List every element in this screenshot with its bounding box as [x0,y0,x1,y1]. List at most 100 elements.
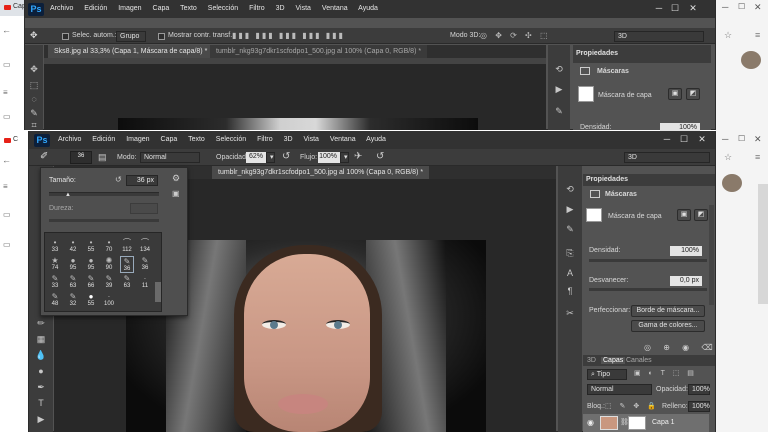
brush-preset[interactable]: ⌒ 134 [138,238,152,253]
back-tab-inactive[interactable]: tumblr_nkg93g7dkr1scfodpo1_500.jpg al 10… [210,45,428,58]
browser-maximize-button[interactable]: ☐ [738,2,745,11]
menu-item-vista[interactable]: Vista [296,5,311,12]
reset-size-icon[interactable]: ↺ [115,175,122,184]
browser-back-icon[interactable]: ← [2,155,11,165]
brush-preset[interactable]: ✎ 39 [102,274,116,289]
brush-preset[interactable]: · 100 [102,292,116,307]
brush-preset[interactable]: ● 95 [84,256,98,271]
front-workspace-dropdown[interactable]: 3D [624,152,710,163]
menu-item-ayuda[interactable]: Ayuda [358,5,378,12]
brush-preset[interactable]: ✎ 33 [48,274,62,289]
back-properties-tab[interactable]: Propiedades [576,50,618,57]
brush-preset[interactable]: ✎ 32 [66,292,80,307]
browser-menu-icon[interactable]: ≡ [755,30,760,40]
density-field[interactable]: 100% [670,246,702,256]
layer-visibility-eye-icon[interactable]: ◉ [587,418,594,427]
layer-mask-thumbnail[interactable] [628,416,646,430]
move-tool[interactable]: ✥ [27,62,41,76]
opacity-pressure-icon[interactable]: ↺ [282,151,290,162]
back-mask-thumbnail[interactable] [578,86,594,102]
airbrush-icon[interactable]: ✈ [354,151,362,162]
browser-tab-text[interactable]: C [13,136,18,143]
menu-item-texto[interactable]: Texto [180,5,197,12]
browser-minimize-button[interactable]: ─ [722,2,728,12]
hardness-slider[interactable] [49,219,159,222]
menu-item-seleccion[interactable]: Selección [216,136,246,143]
menu-item-seleccion[interactable]: Selección [208,5,238,12]
menu-item-texto[interactable]: Texto [188,136,205,143]
pixel-mask-button[interactable]: ▣ [677,209,691,221]
vector-mask-button[interactable]: ◩ [694,209,708,221]
brush-picker-gear-icon[interactable]: ⚙ [172,173,180,184]
layer-name[interactable]: Capa 1 [652,419,675,426]
youtube-icon[interactable] [4,5,11,10]
crop-tool[interactable]: ⌗ [27,118,41,132]
tool-presets-icon[interactable]: ✂ [563,306,577,320]
brush-preset[interactable]: ● 55 [84,292,98,307]
brush-preset[interactable]: ✎ 63 [66,274,80,289]
brush-preset[interactable]: • 33 [48,238,62,253]
brush-size-field[interactable]: 36 px [126,175,158,186]
tab-channels[interactable]: Canales [626,357,652,364]
gradient-tool[interactable]: ▦ [34,332,48,346]
actions-panel-icon[interactable]: ▶ [563,202,577,216]
menu-item-imagen[interactable]: Imagen [118,5,141,12]
menu-item-ayuda[interactable]: Ayuda [366,136,386,143]
dodge-tool[interactable]: ● [34,364,48,378]
feather-field[interactable]: 0,0 px [670,276,702,286]
menu-item-archivo[interactable]: Archivo [58,136,81,143]
menu-item-capa[interactable]: Capa [161,136,178,143]
fill-field[interactable]: 100% [688,401,710,412]
menu-item-edicion[interactable]: Edición [84,5,107,12]
blur-tool[interactable]: 💧 [34,348,48,362]
menu-item-ventana[interactable]: Ventana [322,5,348,12]
brush-preset[interactable]: ✎ 48 [48,292,62,307]
paragraph-panel-icon[interactable]: ¶ [563,284,577,298]
brush-preset[interactable]: · 11 [138,274,152,289]
back-minimize-button[interactable]: ─ [652,3,666,13]
character-panel-icon[interactable]: A [563,266,577,280]
size-pressure-icon[interactable]: ↺ [376,151,384,162]
browser-menu-icon[interactable]: ≡ [755,152,760,162]
front-minimize-button[interactable]: ─ [660,134,674,144]
brush-preset[interactable]: ✎ 63 [120,274,134,289]
brush-preset[interactable]: ⌒ 112 [120,238,134,253]
brush-preset[interactable]: • 70 [102,238,116,253]
properties-bottom-icons[interactable]: ◎ ⊕ ◉ ⌫ [644,343,718,352]
brush-preset[interactable]: • 42 [66,238,80,253]
brush-preset[interactable]: ✎ 66 [84,274,98,289]
mode-dropdown[interactable]: Normal [140,152,200,163]
browser-close-button[interactable]: ✕ [754,2,762,13]
opacity-slider-toggle[interactable]: ▾ [266,152,275,163]
menu-item-filtro[interactable]: Filtro [257,136,273,143]
front-tab-active[interactable]: tumblr_nkg93g7dkr1scfodpo1_500.jpg al 10… [212,166,430,179]
history-panel-icon[interactable]: ⟲ [552,62,566,76]
browser-minimize-button[interactable]: ─ [722,134,728,144]
back-vector-mask-button[interactable]: ◩ [686,88,700,100]
menu-item-ventana[interactable]: Ventana [330,136,356,143]
brush-tool-icon[interactable]: ✐ [40,151,48,162]
brush-size-slider-thumb[interactable]: ▲ [65,192,71,198]
tab-3d[interactable]: 3D [587,357,596,364]
opacity-field[interactable]: 62% [246,152,266,163]
star-icon[interactable]: ☆ [724,30,732,41]
color-range-button[interactable]: Gama de colores... [631,320,705,332]
layer-opacity-field[interactable]: 100% [688,384,710,395]
density-slider[interactable] [589,259,707,262]
back-pixel-mask-button[interactable]: ▣ [668,88,682,100]
brush-preset[interactable]: ✎ 36 [138,256,152,271]
brush-panel-icon[interactable]: ✎ [563,222,577,236]
menu-item-edicion[interactable]: Edición [92,136,115,143]
browser-close-button[interactable]: ✕ [754,134,762,145]
back-workspace-dropdown[interactable]: 3D [614,31,704,42]
browser-back-icon[interactable]: ← [2,25,11,35]
menu-item-3d[interactable]: 3D [276,5,285,12]
back-close-button[interactable]: ✕ [686,3,700,14]
history-panel-icon[interactable]: ⟲ [563,182,577,196]
menu-item-vista[interactable]: Vista [304,136,319,143]
front-close-button[interactable]: ✕ [695,134,709,145]
brush-preset-dropdown[interactable]: 36 [70,151,92,164]
youtube-icon[interactable] [4,138,11,143]
blend-mode-dropdown[interactable]: Normal [587,384,652,395]
eraser-tool[interactable]: ✏ [34,316,48,330]
